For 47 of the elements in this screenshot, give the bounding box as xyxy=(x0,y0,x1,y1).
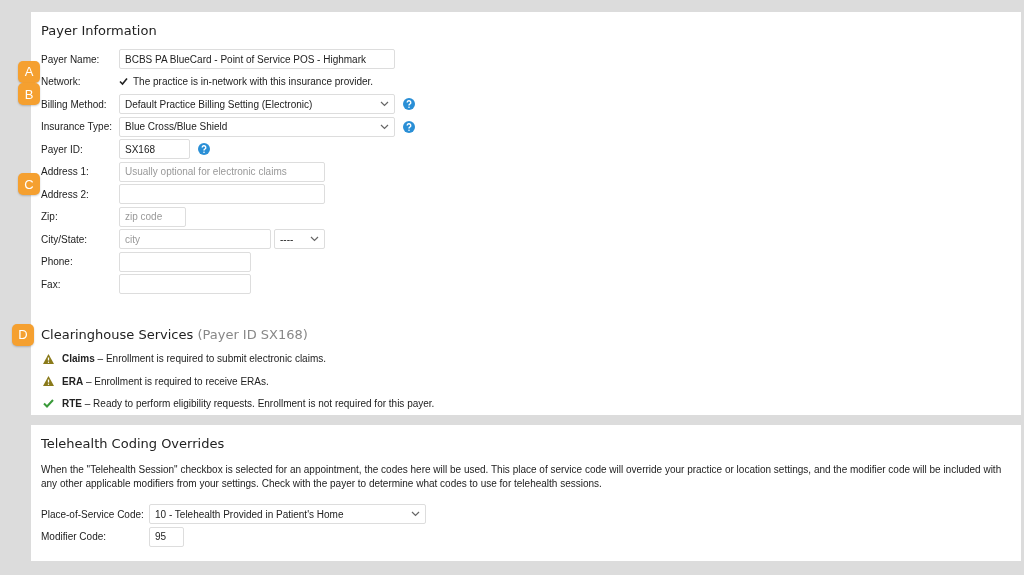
caret-icon xyxy=(411,511,420,518)
step-badge: D xyxy=(12,323,34,346)
step-badge: A xyxy=(18,60,40,83)
field-label: Place-of-Service Code: xyxy=(41,508,145,520)
step-badge: B xyxy=(18,83,40,105)
field-label: Phone: xyxy=(41,256,74,268)
help-icon[interactable] xyxy=(403,98,415,111)
field-label: Insurance Type: xyxy=(41,121,113,133)
section-title: Clearinghouse Services xyxy=(41,326,194,342)
checkbox[interactable] xyxy=(119,77,128,87)
description-text: When the "Telehealth Session" checkbox is selected for an appointment, the codes here will be used. This place of service code will override your practice or location settings, and the modifier code will be included with any other applicable modifiers from your settings. Check with the payer to determine what codes to use for telehealth sessions. xyxy=(41,463,1003,491)
caret-icon xyxy=(380,101,389,108)
field-label: Fax: xyxy=(41,278,62,290)
select-dropdown[interactable]: Blue Cross/Blue Shield xyxy=(119,116,395,137)
text-field[interactable] xyxy=(119,251,251,272)
status-text: RTE – Ready to perform eligibility requests. Enrollment is not required for this payer. xyxy=(62,398,435,410)
section-title: Payer Information xyxy=(41,22,158,40)
field-label: Zip: xyxy=(41,211,59,223)
text-field[interactable] xyxy=(119,184,325,205)
text-field[interactable]: 95 xyxy=(149,526,184,547)
caret-icon xyxy=(310,236,319,243)
checkbox-label: The practice is in-network with this insurance provider. xyxy=(133,76,374,88)
step-badge: C xyxy=(18,173,40,195)
field-label: Address 1: xyxy=(41,166,90,178)
text-field[interactable]: SX168 xyxy=(119,139,190,160)
select-dropdown[interactable]: 10 - Telehealth Provided in Patient's Home xyxy=(149,504,426,525)
select-dropdown[interactable]: Default Practice Billing Setting (Electronic) xyxy=(119,94,395,115)
status-text: ERA – Enrollment is required to receive ERAs. xyxy=(62,375,269,387)
field-label: Payer ID: xyxy=(41,143,84,155)
state-dropdown[interactable]: ---- xyxy=(274,229,325,250)
warning-icon xyxy=(43,376,54,387)
section-title: Telehealth Coding Overrides xyxy=(41,435,226,453)
field-label: Modifier Code: xyxy=(41,531,108,543)
check-icon xyxy=(43,399,54,409)
help-icon[interactable] xyxy=(403,120,415,133)
text-field[interactable]: BCBS PA BlueCard - Point of Service POS - Highmark xyxy=(119,49,395,70)
field-label: Payer Name: xyxy=(41,53,101,65)
field-label: Address 2: xyxy=(41,188,90,200)
caret-icon xyxy=(380,123,389,130)
section-subtitle: (Payer ID SX168) xyxy=(197,326,308,342)
status-text: Claims – Enrollment is required to submit electronic claims. xyxy=(62,353,326,365)
field-label: Billing Method: xyxy=(41,98,108,110)
warning-icon xyxy=(43,353,54,364)
field-label: City/State: xyxy=(41,233,89,245)
field-label: Network: xyxy=(41,76,82,88)
text-field[interactable] xyxy=(119,274,251,295)
help-icon[interactable] xyxy=(198,143,210,156)
